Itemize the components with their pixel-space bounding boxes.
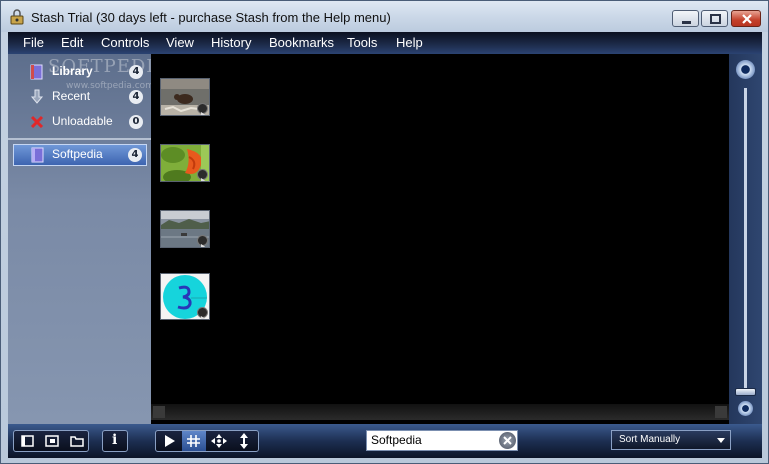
count-badge: 0 (129, 115, 143, 129)
play-icon (197, 169, 208, 181)
clear-search-button[interactable] (499, 432, 516, 449)
app-window: Stash Trial (30 days left - purchase Sta… (0, 0, 769, 464)
menu-help[interactable]: Help (396, 35, 423, 50)
grid-hash-icon (187, 435, 200, 447)
thumbnail-flower[interactable] (160, 144, 210, 182)
maximize-icon (710, 14, 721, 24)
sidebar-item-unloadable[interactable]: Unloadable 0 (22, 112, 147, 132)
sort-order-button[interactable] (232, 431, 256, 451)
menu-file[interactable]: File (23, 35, 44, 50)
clear-x-icon (503, 436, 512, 445)
play-icon (165, 435, 175, 447)
viewer-toggle-button[interactable] (40, 431, 64, 451)
zoom-slider-track[interactable] (744, 88, 747, 388)
menu-edit[interactable]: Edit (61, 35, 83, 50)
play-icon (197, 235, 208, 247)
media-viewer (151, 54, 729, 424)
menu-history[interactable]: History (211, 35, 251, 50)
info-button[interactable]: i (102, 430, 128, 452)
count-badge: 4 (129, 90, 143, 104)
search-input[interactable] (371, 433, 491, 447)
play-button[interactable] (157, 431, 181, 451)
scroll-left-cap[interactable] (153, 406, 165, 418)
sidebar-toggle-button[interactable] (15, 431, 39, 451)
layout-button-group (13, 430, 89, 452)
menu-bookmarks[interactable]: Bookmarks (269, 35, 334, 50)
menu-tools[interactable]: Tools (347, 35, 377, 50)
zoom-slider-thumb[interactable] (735, 388, 756, 396)
thumbnail-bear[interactable] (160, 78, 210, 116)
sidebar-item-recent[interactable]: Recent 4 (22, 87, 147, 107)
count-badge: 4 (129, 65, 143, 79)
grid-view-button[interactable] (182, 431, 206, 451)
count-badge: 4 (128, 148, 142, 162)
play-icon (197, 307, 208, 319)
sort-dropdown[interactable]: Sort Manually (611, 430, 731, 450)
minimize-button[interactable] (672, 10, 699, 27)
sidebar-divider (8, 138, 151, 140)
play-icon (197, 103, 208, 115)
unloadable-x-icon (30, 115, 44, 129)
up-down-arrow-icon (240, 433, 248, 449)
collection-book-icon (31, 147, 44, 163)
sort-dropdown-label: Sort Manually (619, 434, 681, 445)
folder-button[interactable] (65, 431, 89, 451)
sidebar-item-library[interactable]: Library 4 (22, 62, 147, 82)
maximize-button[interactable] (701, 10, 728, 27)
sidebar-item-label: Softpedia (52, 147, 103, 161)
four-arrows-icon (211, 434, 227, 448)
recent-arrow-icon (30, 89, 44, 104)
bottom-toolbar: i Sort Manually (8, 424, 762, 458)
window-title: Stash Trial (30 days left - purchase Sta… (31, 10, 391, 25)
thumbnail-cyan[interactable] (160, 273, 210, 320)
horizontal-scrollbar[interactable] (151, 404, 729, 420)
menu-view[interactable]: View (166, 35, 194, 50)
folder-icon (70, 436, 84, 447)
sidebar-layout-icon (21, 435, 34, 447)
chevron-down-icon (717, 438, 725, 443)
sidebar: SOFTPEDIA www.softpedia.com Library 4 Re… (8, 54, 167, 424)
sidebar-item-label: Unloadable (52, 114, 113, 128)
scroll-right-cap[interactable] (715, 406, 727, 418)
zoom-out-knob-icon[interactable] (738, 401, 753, 416)
close-button[interactable] (731, 10, 761, 27)
sidebar-item-softpedia[interactable]: Softpedia 4 (13, 144, 147, 166)
stash-app-icon (10, 9, 24, 25)
zoom-slider-panel (729, 54, 762, 424)
sidebar-item-label: Library (52, 64, 93, 78)
viewer-layout-icon (45, 435, 59, 447)
close-icon (742, 14, 752, 24)
info-icon: i (112, 432, 118, 448)
thumbnail-lake[interactable] (160, 210, 210, 248)
title-bar: Stash Trial (30 days left - purchase Sta… (1, 1, 768, 32)
view-mode-button-group (155, 430, 259, 452)
library-book-icon (30, 64, 43, 80)
menu-bar: File Edit Controls View History Bookmark… (8, 32, 762, 54)
menu-controls[interactable]: Controls (101, 35, 149, 50)
zoom-in-knob-icon[interactable] (736, 60, 755, 79)
shuffle-button[interactable] (207, 431, 231, 451)
search-box[interactable] (366, 430, 518, 451)
minimize-icon (682, 21, 691, 24)
sidebar-item-label: Recent (52, 89, 91, 103)
